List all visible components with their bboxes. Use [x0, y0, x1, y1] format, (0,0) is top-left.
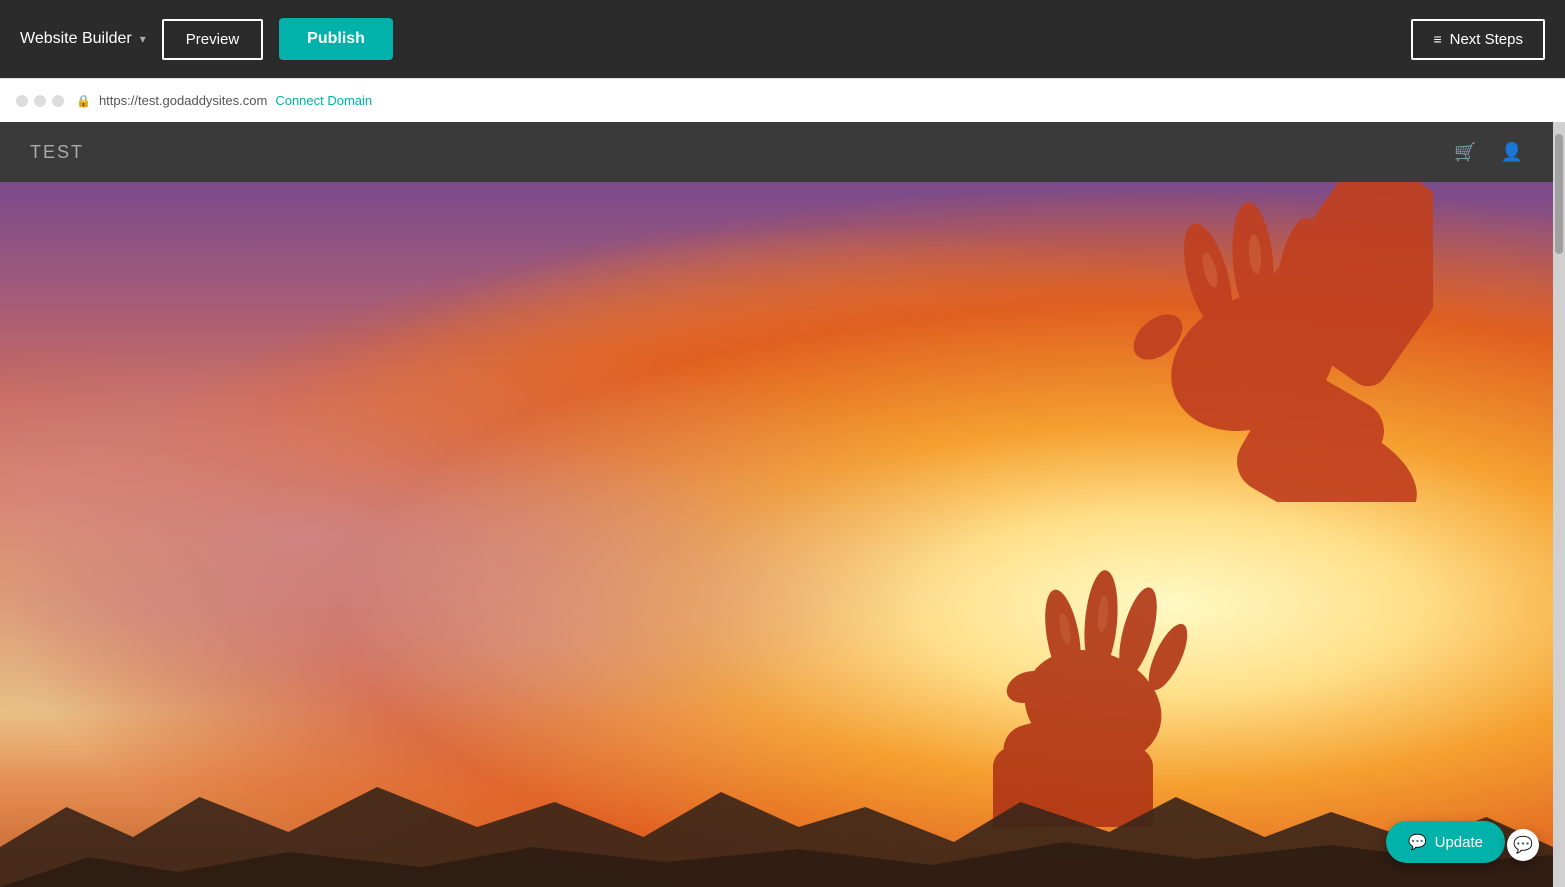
site-nav: TEST 🛒 👤 — [0, 122, 1553, 182]
chat-icon: 💬 — [1408, 833, 1427, 851]
dot-green — [52, 95, 64, 107]
chat-bubble-icon: 💬 — [1513, 835, 1533, 855]
scrollbar-thumb[interactable] — [1555, 134, 1563, 254]
browser-dots — [16, 95, 64, 107]
brand-label: Website Builder — [20, 30, 132, 48]
connect-domain-link[interactable]: Connect Domain — [275, 93, 372, 108]
hand-top-silhouette — [1053, 182, 1433, 502]
scrollbar[interactable] — [1553, 122, 1565, 887]
next-steps-label: Next Steps — [1450, 31, 1523, 48]
update-button[interactable]: 💬 Update — [1386, 821, 1505, 863]
dot-red — [16, 95, 28, 107]
browser-url-bar: 🔒 https://test.godaddysites.com Connect … — [76, 93, 1549, 108]
browser-chrome: 🔒 https://test.godaddysites.com Connect … — [0, 78, 1565, 122]
site-title: TEST — [30, 142, 84, 163]
publish-button[interactable]: Publish — [279, 18, 393, 60]
brand-button[interactable]: Website Builder ▾ — [20, 30, 146, 48]
user-icon[interactable]: 👤 — [1501, 142, 1523, 163]
preview-area: TEST 🛒 👤 — [0, 122, 1565, 887]
hero-image — [0, 182, 1553, 887]
lock-icon: 🔒 — [76, 94, 91, 108]
list-icon: ≡ — [1433, 31, 1441, 47]
cart-icon[interactable]: 🛒 — [1454, 142, 1476, 163]
toolbar-right: ≡ Next Steps — [1411, 19, 1545, 60]
next-steps-button[interactable]: ≡ Next Steps — [1411, 19, 1545, 60]
toolbar-left: Website Builder ▾ Preview Publish — [20, 18, 393, 60]
preview-content: TEST 🛒 👤 — [0, 122, 1553, 887]
toolbar: Website Builder ▾ Preview Publish ≡ Next… — [0, 0, 1565, 78]
update-label: Update — [1435, 834, 1483, 851]
site-nav-icons: 🛒 👤 — [1454, 142, 1523, 163]
url-text: https://test.godaddysites.com — [99, 93, 267, 108]
preview-button[interactable]: Preview — [162, 19, 263, 60]
brand-chevron-icon: ▾ — [140, 32, 146, 46]
dot-yellow — [34, 95, 46, 107]
mountain-silhouettes — [0, 767, 1553, 887]
chat-bubble-button[interactable]: 💬 — [1507, 829, 1539, 861]
